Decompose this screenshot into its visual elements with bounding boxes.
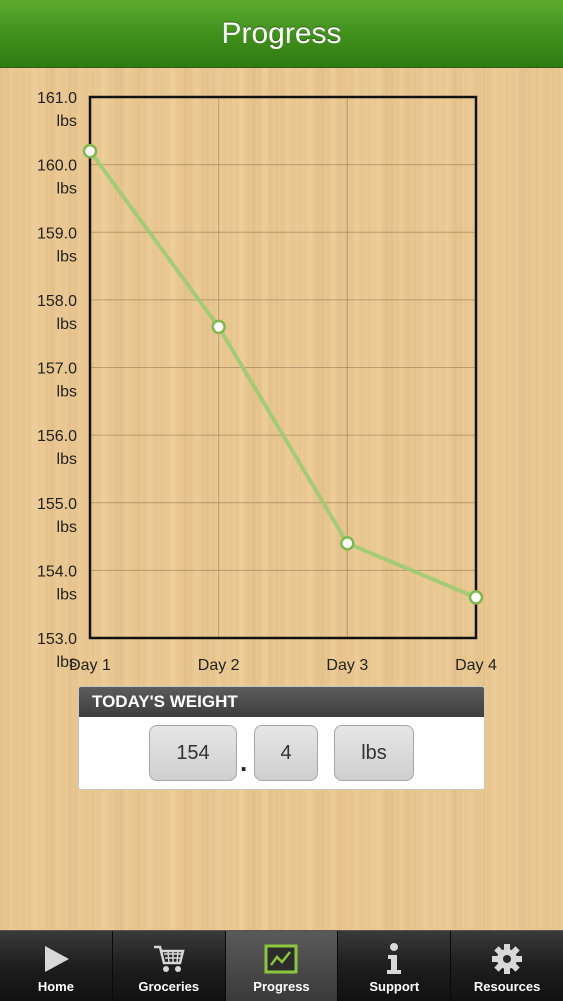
y-tick-unit: lbs xyxy=(57,113,77,130)
weight-whole-input[interactable]: 154 xyxy=(149,725,237,781)
y-tick-unit: lbs xyxy=(57,181,77,198)
data-point xyxy=(82,143,98,159)
x-tick-label: Day 4 xyxy=(455,657,497,674)
weight-decimal-input[interactable]: 4 xyxy=(254,725,318,781)
x-tick-label: Day 1 xyxy=(69,657,111,674)
todays-weight-card: TODAY'S WEIGHT 154 . 4 lbs xyxy=(78,686,485,790)
x-tick-label: Day 3 xyxy=(326,657,368,674)
chart-icon xyxy=(263,943,299,975)
y-tick-label: 160.0 xyxy=(37,158,77,175)
weight-chart: 161.0 lbs 160.0 lbs 159.0 lbs 158.0 lbs 157.0 lbs… xyxy=(37,90,497,674)
tab-progress[interactable]: Progress xyxy=(225,931,339,1001)
data-point xyxy=(340,536,355,551)
cart-icon xyxy=(151,943,187,975)
series-line xyxy=(88,149,477,600)
y-tick-label: 153.0 xyxy=(37,631,77,648)
y-tick-unit: lbs xyxy=(57,451,77,468)
tab-label: Home xyxy=(37,979,74,994)
y-tick-label: 155.0 xyxy=(37,496,77,513)
nav-bar: Progress xyxy=(0,0,563,68)
data-point xyxy=(468,590,484,605)
tab-groceries[interactable]: Groceries xyxy=(113,931,226,1001)
info-icon xyxy=(376,943,412,975)
y-tick-unit: lbs xyxy=(57,248,77,265)
play-icon xyxy=(38,943,74,975)
y-tick-unit: lbs xyxy=(57,316,77,333)
tab-label: Groceries xyxy=(138,979,200,994)
decimal-separator: . xyxy=(240,747,248,777)
weight-unit-select[interactable]: lbs xyxy=(334,725,414,781)
y-tick-label: 154.0 xyxy=(37,563,77,580)
data-point xyxy=(211,319,226,335)
tab-label: Resources xyxy=(473,979,541,994)
y-tick-label: 157.0 xyxy=(37,361,77,378)
tab-resources[interactable]: Resources xyxy=(451,931,563,1001)
page-title: Progress xyxy=(221,16,342,50)
todays-weight-title: TODAY'S WEIGHT xyxy=(79,687,484,717)
y-tick-label: 158.0 xyxy=(37,293,77,310)
tab-home[interactable]: Home xyxy=(0,931,113,1001)
y-tick-label: 156.0 xyxy=(37,428,77,445)
tab-bar: Home Groceries Progress Support Resource… xyxy=(0,930,563,1001)
gear-icon xyxy=(489,943,525,975)
x-tick-label: Day 2 xyxy=(198,657,240,674)
y-tick-label: 159.0 xyxy=(37,225,77,242)
y-tick-unit: lbs xyxy=(57,586,77,603)
tab-support[interactable]: Support xyxy=(338,931,452,1001)
tab-label: Progress xyxy=(253,979,310,994)
y-tick-label: 161.0 xyxy=(37,90,77,107)
y-tick-unit: lbs xyxy=(57,384,77,401)
y-tick-unit: lbs xyxy=(57,519,77,536)
tab-label: Support xyxy=(369,979,420,994)
